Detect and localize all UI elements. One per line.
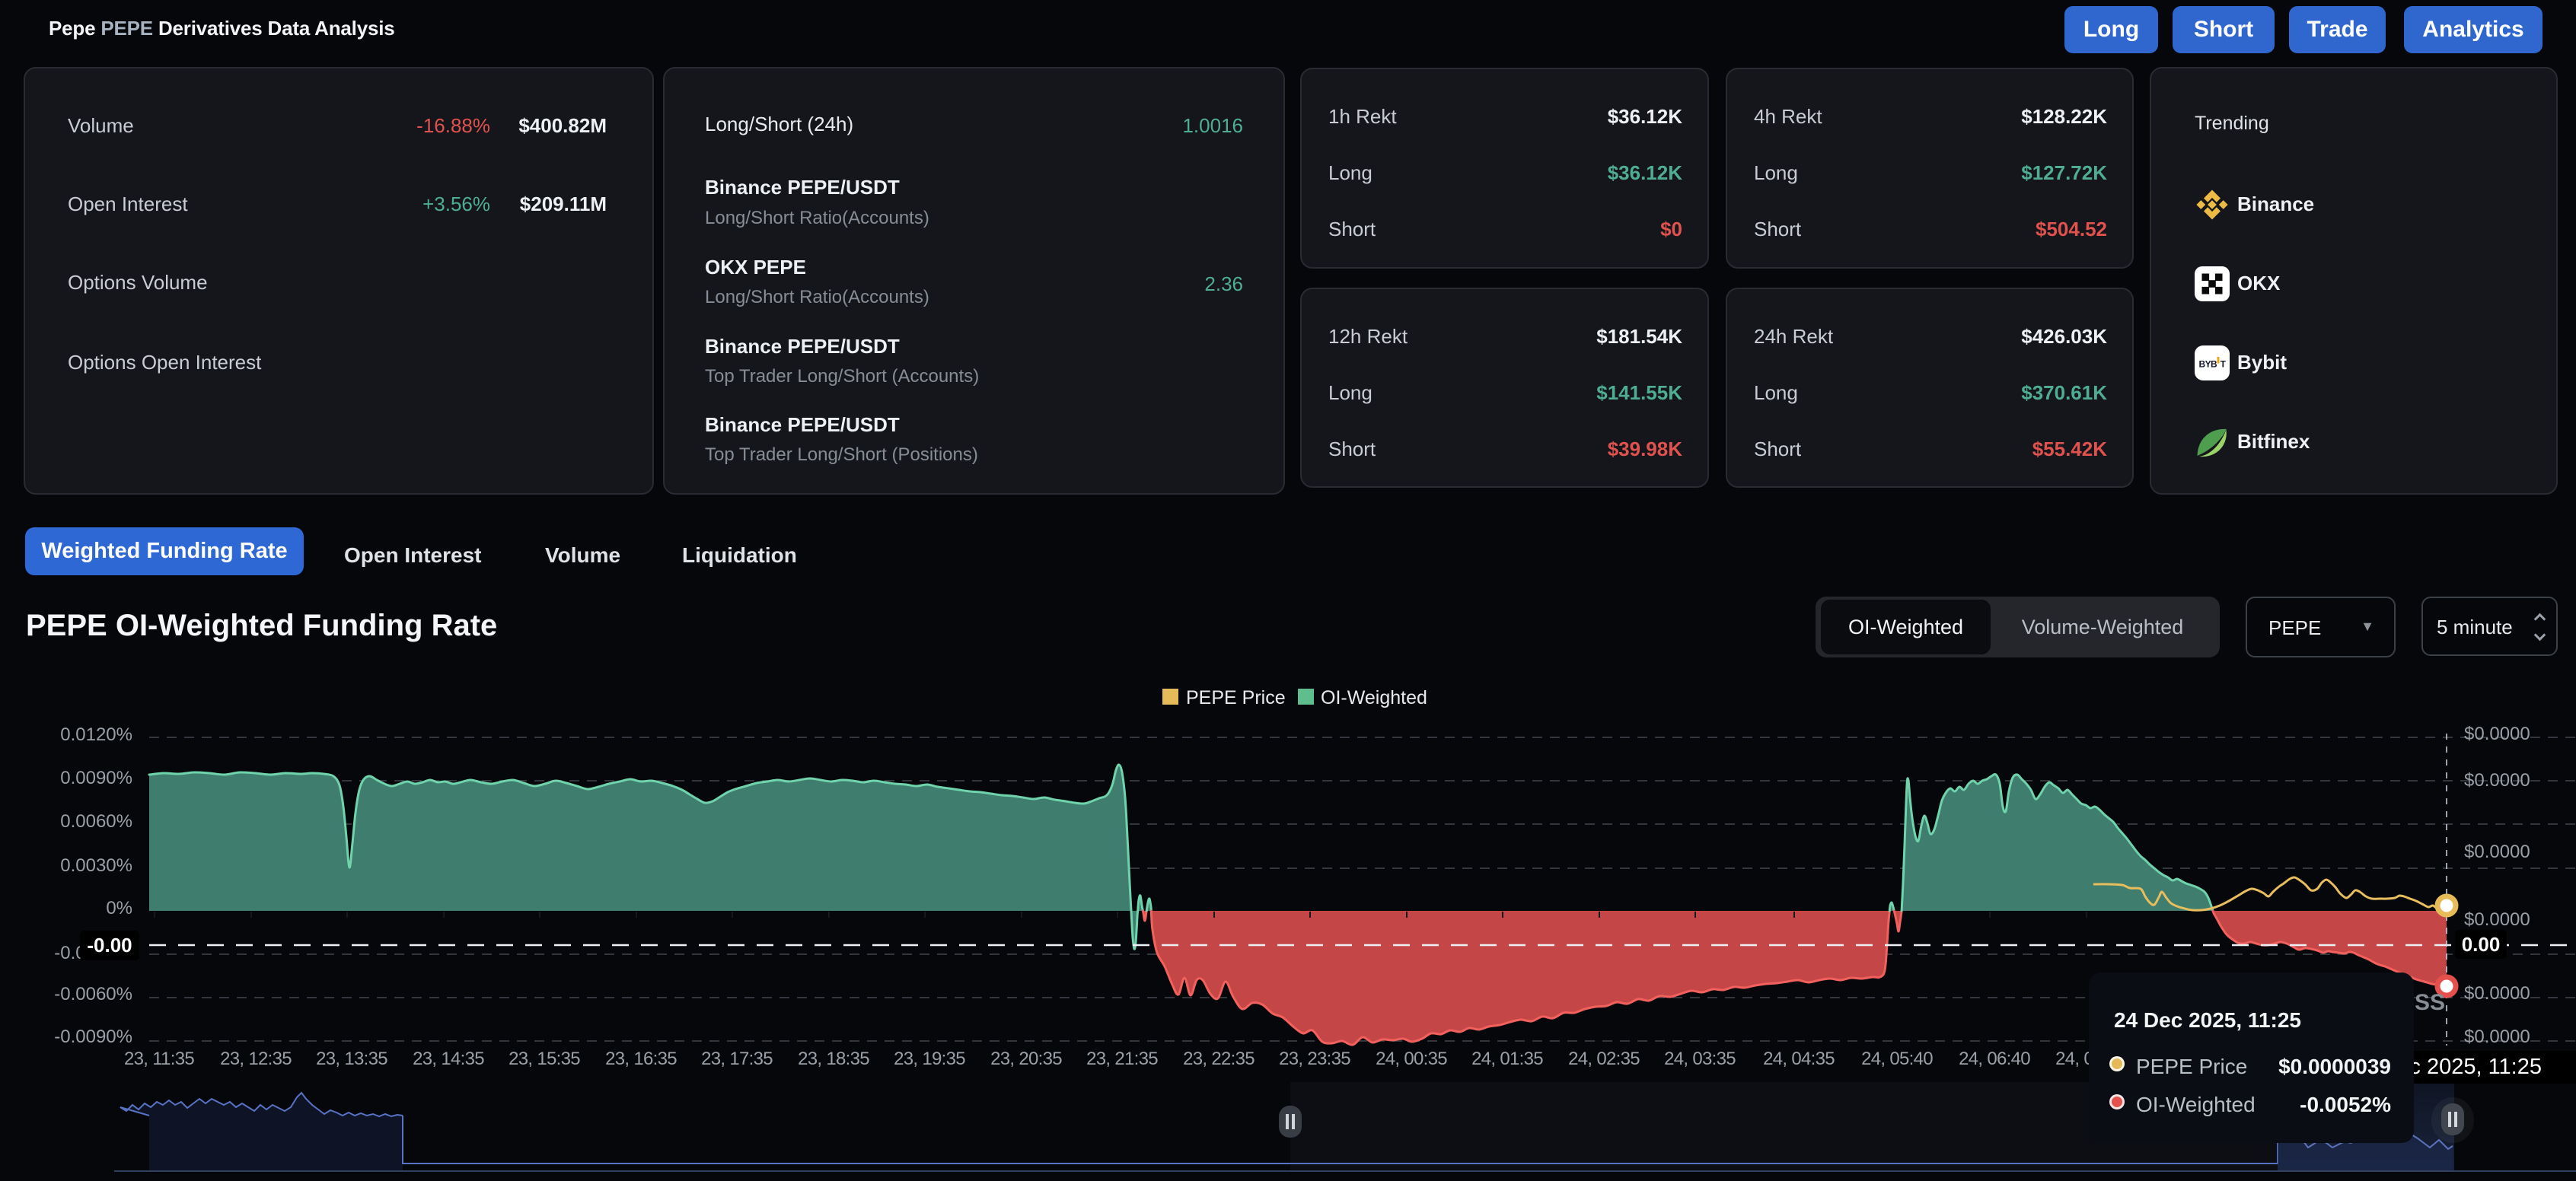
svg-text:T: T (2221, 359, 2227, 370)
svg-text:BYB: BYB (2199, 359, 2217, 370)
